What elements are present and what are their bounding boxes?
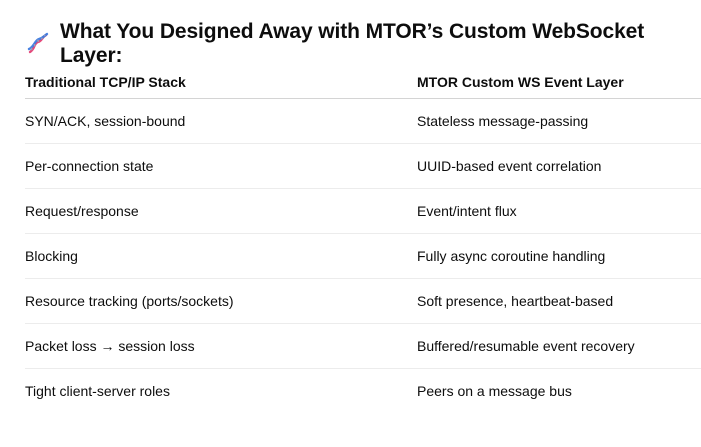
cell-traditional: Tight client-server roles <box>25 383 170 399</box>
cell-traditional: Resource tracking (ports/sockets) <box>25 278 417 324</box>
dna-icon <box>26 32 50 56</box>
table-row: Per-connection state UUID-based event co… <box>25 143 701 189</box>
cell-mtor: Stateless message-passing <box>417 98 701 144</box>
cell-mtor: UUID-based event correlation <box>417 143 701 189</box>
column-header-traditional: Traditional TCP/IP Stack <box>25 66 417 99</box>
comparison-table: Traditional TCP/IP Stack MTOR Custom WS … <box>25 66 701 413</box>
cell-traditional: Request/response <box>25 188 417 234</box>
heading-text: What You Designed Away with MTOR’s Custo… <box>60 20 645 67</box>
section-heading: What You Designed Away with MTOR’s Custo… <box>26 20 701 67</box>
cell-mtor: Fully async coroutine handling <box>417 233 701 279</box>
cell-traditional: SYN/ACK, session-bound <box>25 98 417 144</box>
table-row: Request/response Event/intent flux <box>25 188 701 234</box>
table-row: Packet loss → session loss Buffered/resu… <box>25 323 701 369</box>
column-header-mtor: MTOR Custom WS Event Layer <box>417 66 701 99</box>
cell-traditional: Packet loss → session loss <box>25 323 417 369</box>
cell-traditional: Per-connection state <box>25 143 417 189</box>
cell-mtor: Soft presence, heartbeat-based <box>417 278 701 324</box>
table-row: SYN/ACK, session-bound Stateless message… <box>25 98 701 144</box>
table-row: Tight client-server roles Peers on a mes… <box>25 369 701 414</box>
table-row: Blocking Fully async coroutine handling <box>25 233 701 279</box>
cell-traditional: Blocking <box>25 233 417 279</box>
cell-mtor: Event/intent flux <box>417 188 701 234</box>
cell-mtor: Peers on a message bus <box>417 383 572 399</box>
table-row: Resource tracking (ports/sockets) Soft p… <box>25 278 701 324</box>
table-header-row: Traditional TCP/IP Stack MTOR Custom WS … <box>25 66 701 99</box>
cell-mtor: Buffered/resumable event recovery <box>417 323 701 369</box>
